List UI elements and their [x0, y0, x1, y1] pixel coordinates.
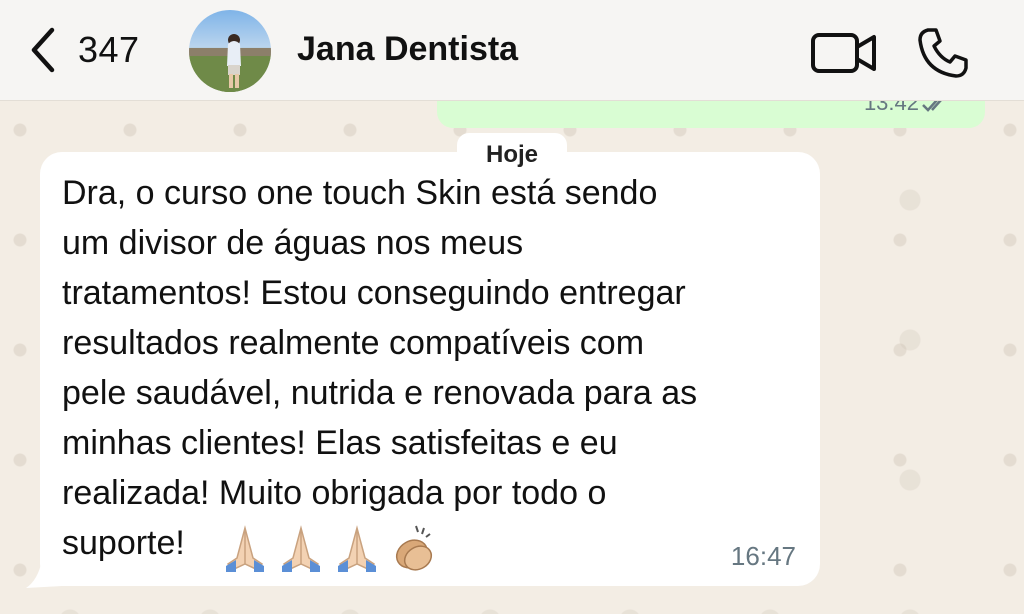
phone-call-icon[interactable] [916, 26, 970, 80]
date-separator: Hoje [457, 133, 567, 177]
back-button[interactable]: 347 [28, 26, 140, 74]
unread-count: 347 [78, 29, 140, 70]
message-time: 16:47 [730, 541, 796, 571]
emoji-row [220, 518, 438, 574]
clapping-hands-icon [395, 525, 433, 571]
folded-hands-icon [226, 525, 264, 572]
incoming-message[interactable]: Dra, o curso one touch Skin está sendo u… [40, 152, 820, 586]
message-text: Dra, o curso one touch Skin está sendo u… [62, 174, 698, 562]
avatar[interactable] [189, 10, 271, 92]
video-call-icon[interactable] [810, 30, 878, 76]
folded-hands-icon [282, 525, 320, 572]
folded-hands-icon [338, 525, 376, 572]
chevron-left-icon [31, 27, 55, 73]
contact-name[interactable]: Jana Dentista [297, 30, 518, 69]
contact-photo [189, 34, 271, 92]
chat-header: 347 Jana Dentista [0, 0, 1024, 101]
